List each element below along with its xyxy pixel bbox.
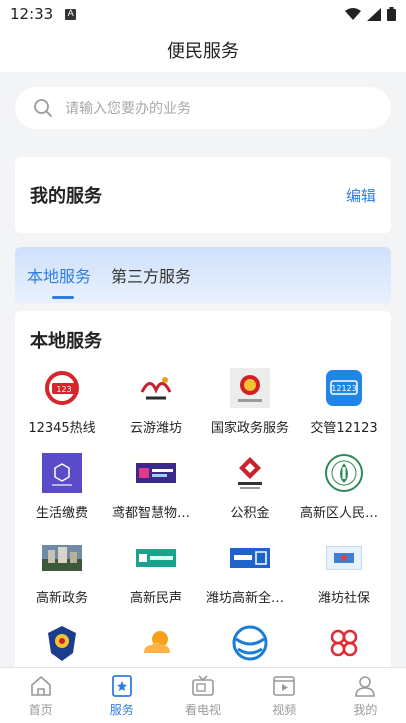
nav-label: 我的 (353, 703, 378, 717)
tab-local-services[interactable]: 本地服务 (27, 263, 91, 287)
social-security-icon (323, 537, 365, 579)
nav-profile[interactable]: 我的 (325, 668, 406, 723)
hotline-12345-icon: 123 (41, 367, 83, 409)
nav-label: 视频 (272, 703, 297, 717)
service-item-12345[interactable]: 123 12345热线 (15, 367, 109, 436)
service-label: 高新民声 (129, 591, 182, 606)
service-item-hospital[interactable]: 高新区人民医... (297, 452, 391, 521)
yunyou-weifang-icon (135, 367, 177, 409)
nav-label: 看电视 (185, 703, 222, 717)
nav-service[interactable]: 服务 (81, 668, 162, 723)
bottom-nav: 首页 服务 看电视 视频 我的 (0, 667, 406, 723)
search-placeholder: 请输入您要办的业务 (65, 101, 191, 117)
police-badge-icon (41, 622, 83, 664)
service-item-yunyou[interactable]: 云游潍坊 (109, 367, 203, 436)
service-label: 国家政务服务 (210, 421, 289, 436)
hospital-icon (323, 452, 365, 494)
service-item-social-security[interactable]: 潍坊社保 (297, 537, 391, 606)
title-bar: 便民服务 (0, 28, 406, 72)
nav-home[interactable]: 首页 (0, 668, 81, 723)
china-mobile-icon (229, 622, 271, 664)
status-icons (345, 7, 396, 21)
my-services-title: 我的服务 (30, 186, 102, 207)
tab-active-indicator (52, 296, 74, 299)
gov-affairs-icon (41, 537, 83, 579)
page-title: 便民服务 (167, 41, 239, 62)
service-label: 公积金 (230, 506, 270, 521)
service-label: 鸢都智慧物业... (112, 506, 200, 521)
minsheng-icon (135, 537, 177, 579)
search-input[interactable]: 请输入您要办的业务 (15, 87, 391, 129)
service-label: 12345热线 (28, 421, 96, 436)
signal-icon (367, 7, 381, 21)
video-icon (273, 676, 296, 696)
edit-button[interactable]: 编辑 (346, 185, 376, 206)
tv-icon (192, 675, 214, 696)
service-item-housing-fund[interactable]: 公积金 (203, 452, 297, 521)
service-item-china-mobile[interactable] (203, 622, 297, 672)
service-label: 云游潍坊 (129, 421, 182, 436)
service-item-smart-property[interactable]: 鸢都智慧物业... (109, 452, 203, 521)
battery-icon (387, 7, 396, 21)
service-item-minsheng[interactable]: 高新民声 (109, 537, 203, 606)
nav-video[interactable]: 视频 (244, 668, 325, 723)
notification-a-icon: A (65, 8, 77, 20)
weather-icon (135, 622, 177, 664)
service-label: 生活缴费 (35, 506, 88, 521)
housing-fund-icon (229, 452, 271, 494)
traffic-12123-icon: 12123 (323, 367, 365, 409)
nav-label: 服务 (109, 703, 134, 717)
service-label: 高新区人民医... (300, 506, 388, 521)
service-icon (111, 675, 132, 697)
china-unicom-icon (323, 622, 365, 664)
service-item-fullprocess[interactable]: 潍坊高新全程... (203, 537, 297, 606)
service-label: 潍坊高新全程... (206, 591, 294, 606)
search-icon (34, 99, 52, 117)
fullprocess-icon (229, 537, 271, 579)
clock: 12:33 (10, 5, 54, 23)
svg-text:12123: 12123 (331, 384, 356, 393)
service-grid: 123 12345热线 云游潍坊 国家政务服务 12123 交管12123 生活… (15, 367, 391, 672)
profile-icon (355, 676, 376, 697)
wifi-icon (345, 7, 361, 20)
service-label: 高新政务 (35, 591, 88, 606)
home-icon (30, 676, 51, 696)
nav-label: 首页 (28, 703, 53, 717)
service-item-police[interactable] (15, 622, 109, 672)
service-label: 交管12123 (310, 421, 378, 436)
service-item-gov-affairs[interactable]: 高新政务 (15, 537, 109, 606)
search-section: 请输入您要办的业务 (0, 72, 406, 129)
service-item-life-payment[interactable]: 生活缴费 (15, 452, 109, 521)
service-tabs: 本地服务 第三方服务 (15, 247, 391, 303)
section-heading: 本地服务 (30, 331, 102, 352)
service-item-12123[interactable]: 12123 交管12123 (297, 367, 391, 436)
nav-tv[interactable]: 看电视 (162, 668, 243, 723)
my-services-card: 我的服务 编辑 (15, 157, 391, 233)
service-item-china-unicom[interactable] (297, 622, 391, 672)
service-item-national-gov[interactable]: 国家政务服务 (203, 367, 297, 436)
service-label: 潍坊社保 (317, 591, 370, 606)
status-bar: 12:33 A (0, 0, 406, 28)
service-item-weather[interactable] (109, 622, 203, 672)
life-payment-icon (41, 452, 83, 494)
local-services-panel: 本地服务 123 12345热线 云游潍坊 国家政务服务 12123 交管121… (15, 311, 391, 671)
svg-text:123: 123 (56, 385, 71, 394)
tab-third-party-services[interactable]: 第三方服务 (111, 263, 191, 287)
smart-property-icon (135, 452, 177, 494)
national-emblem-icon (229, 367, 271, 409)
